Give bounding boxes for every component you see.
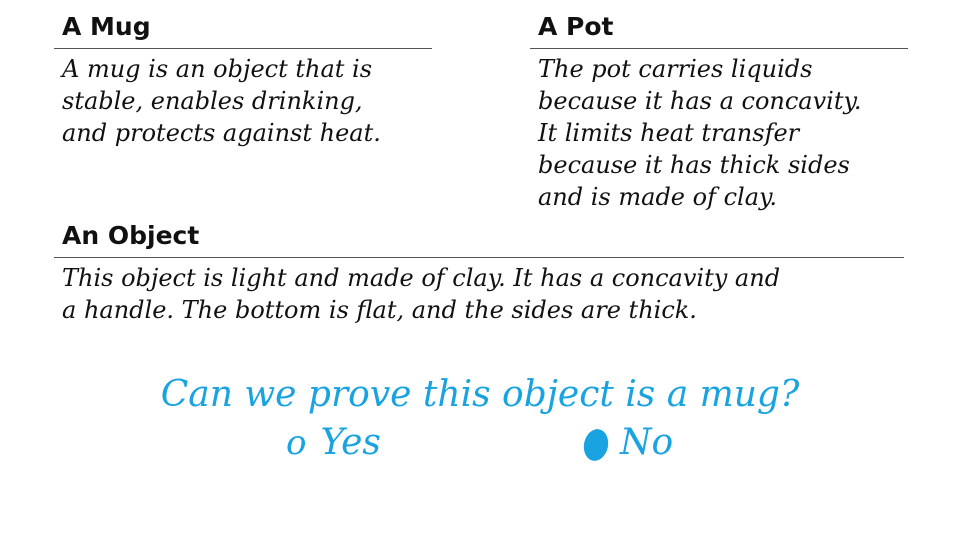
pot-description: The pot carries liquids because it has a… [538, 55, 862, 211]
object-heading: An Object [62, 221, 200, 250]
object-description: This object is light and made of clay. I… [62, 264, 781, 324]
mug-definition: A mug is an object that is stable, enabl… [62, 55, 381, 147]
object-divider [54, 257, 904, 258]
mug-divider [54, 48, 432, 49]
pot-heading: A Pot [538, 12, 614, 41]
mug-section: A Mug A mug is an object that is stable,… [54, 12, 432, 149]
pot-divider [530, 48, 908, 49]
question-text: Can we prove this object is a mug? [160, 374, 800, 415]
radio-selected-icon[interactable] [580, 426, 612, 464]
option-no-label: No [620, 422, 674, 463]
pot-section: A Pot The pot carries liquids because it… [530, 12, 908, 213]
option-yes[interactable]: o Yes [286, 420, 381, 466]
option-no[interactable]: No [580, 420, 674, 466]
object-section: An Object This object is light and made … [54, 221, 904, 326]
mug-heading: A Mug [62, 12, 151, 41]
option-yes-label: Yes [320, 422, 381, 463]
radio-unselected-icon[interactable]: o [286, 420, 306, 466]
